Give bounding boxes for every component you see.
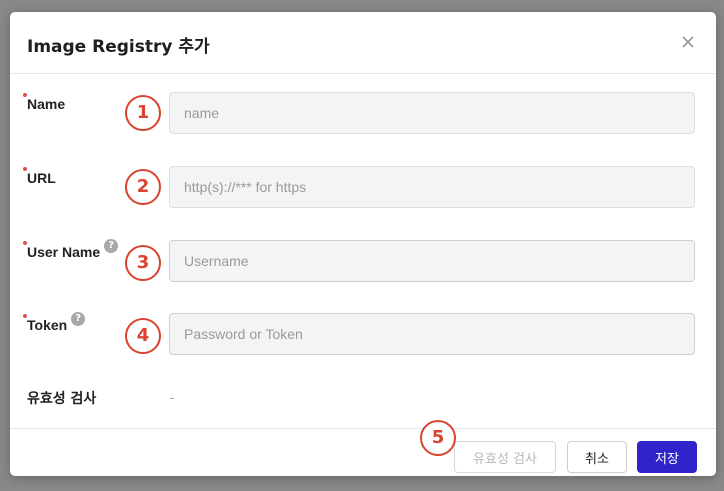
required-marker <box>23 241 27 245</box>
dialog-footer: 유효성 검사 취소 저장 <box>10 428 716 476</box>
username-label: User Name ? <box>23 239 119 260</box>
username-label-text: User Name <box>27 244 101 260</box>
username-input[interactable] <box>169 240 695 282</box>
cancel-button[interactable]: 취소 <box>567 441 627 473</box>
help-icon[interactable]: ? <box>71 312 86 326</box>
annotation-marker-2: 2 <box>125 169 161 205</box>
token-label-text: Token <box>27 317 68 333</box>
annotation-marker-3: 3 <box>125 245 161 281</box>
url-row: URL 2 <box>10 166 716 210</box>
required-marker <box>23 167 27 171</box>
url-label: URL <box>23 167 56 186</box>
annotation-marker-5: 5 <box>420 420 456 456</box>
dialog-header: Image Registry 추가 <box>10 12 716 74</box>
name-label-text: Name <box>27 96 66 112</box>
help-icon[interactable]: ? <box>104 239 119 253</box>
url-input[interactable] <box>169 166 695 208</box>
username-row: User Name ? 3 <box>10 239 716 284</box>
save-button[interactable]: 저장 <box>637 441 697 473</box>
dialog-title: Image Registry 추가 <box>27 37 210 57</box>
close-icon[interactable] <box>678 32 698 52</box>
required-marker <box>23 314 27 318</box>
url-label-text: URL <box>27 170 56 186</box>
validate-button[interactable]: 유효성 검사 <box>454 441 556 473</box>
token-label: Token ? <box>23 312 86 333</box>
name-label: Name <box>23 93 66 112</box>
validation-label: 유효성 검사 <box>27 391 97 407</box>
token-input[interactable] <box>169 313 695 355</box>
annotation-marker-4: 4 <box>125 318 161 354</box>
required-marker <box>23 93 27 97</box>
token-row: Token ? 4 <box>10 312 716 357</box>
annotation-marker-1: 1 <box>125 95 161 131</box>
add-image-registry-dialog: Image Registry 추가 Name 1 URL 2 User Name… <box>10 12 716 476</box>
name-input[interactable] <box>169 92 695 134</box>
name-row: Name 1 <box>10 92 716 136</box>
validation-value: - <box>170 390 175 405</box>
